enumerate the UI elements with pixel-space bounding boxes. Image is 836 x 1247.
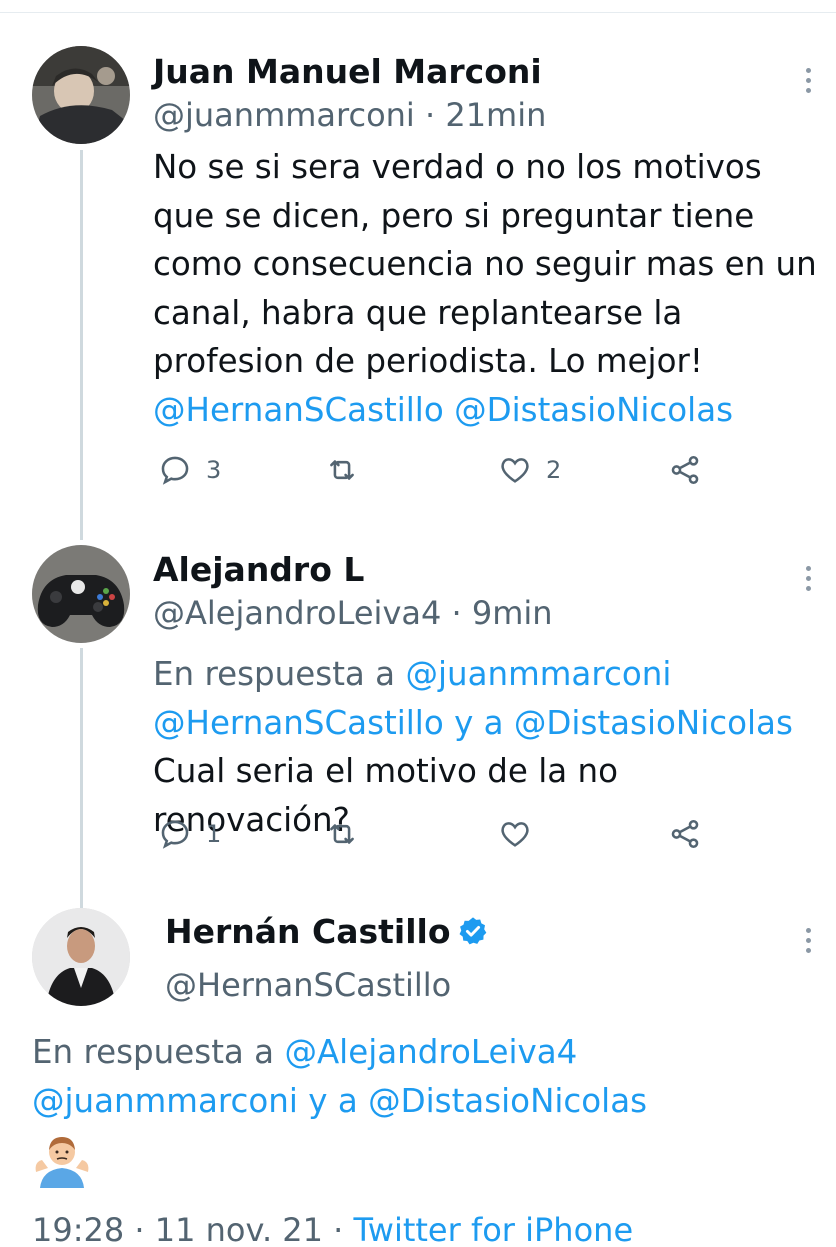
tweet-thread: Juan Manuel Marconi @juanmmarconi · 21mi…: [0, 0, 836, 1247]
verified-badge-icon: [459, 917, 486, 945]
mention-link[interactable]: @DistasioNicolas: [454, 391, 733, 429]
reply-context: En respuesta a @juanmmarconi: [153, 650, 823, 699]
more-dots-icon[interactable]: [802, 928, 814, 958]
share-icon: [671, 819, 699, 849]
tweet-text-line: como consecuencia no seguir mas en un: [153, 245, 817, 283]
tweet-actions: 3 2: [153, 450, 713, 490]
reply-button[interactable]: 3: [158, 450, 221, 490]
tweet-text-line: No se si sera verdad o no los motivos: [153, 148, 762, 186]
thread-line: [80, 648, 83, 908]
display-name-row: Hernán Castillo: [165, 912, 489, 952]
avatar[interactable]: [32, 46, 130, 144]
retweet-button[interactable]: [325, 814, 359, 854]
heart-icon: [501, 822, 529, 847]
top-divider: [0, 12, 836, 13]
reply-and: y a: [454, 703, 504, 742]
like-count: 2: [546, 456, 562, 484]
separator: ·: [424, 96, 436, 134]
tweet-text-line: que se dicen, pero si preguntar tiene: [153, 196, 755, 235]
reply-button[interactable]: 1: [158, 814, 221, 854]
more-dots-icon[interactable]: [802, 566, 814, 596]
reply-prefix: En respuesta a: [153, 655, 396, 693]
display-name[interactable]: Alejandro L: [153, 550, 364, 590]
retweet-icon: [330, 824, 354, 844]
separator: ·: [451, 594, 462, 632]
mention-link[interactable]: @juanmmarconi: [405, 655, 671, 693]
more-dots-icon[interactable]: [802, 68, 814, 98]
mention-link[interactable]: @HernanSCastillo: [153, 704, 444, 742]
handle-and-time: @juanmmarconi · 21min: [153, 95, 546, 135]
mention-link[interactable]: @HernanSCastillo: [153, 391, 444, 429]
like-button[interactable]: [498, 814, 532, 854]
time[interactable]: 21min: [445, 96, 546, 134]
retweet-icon: [330, 460, 354, 480]
person-shrugging-emoji: [35, 1137, 89, 1188]
tweet-text-line: profesion de periodista. Lo mejor!: [153, 342, 703, 380]
tweet-text-line: canal, habra que replantearse la: [153, 293, 683, 332]
display-name[interactable]: Juan Manuel Marconi: [153, 52, 542, 92]
mention-link[interactable]: @DistasioNicolas: [368, 1082, 647, 1120]
mention-link[interactable]: @DistasioNicolas: [514, 704, 793, 742]
retweet-button[interactable]: [325, 450, 359, 490]
separator: ·: [134, 1211, 145, 1247]
share-button[interactable]: [668, 814, 702, 854]
handle-and-time: @AlejandroLeiva4 · 9min: [153, 593, 553, 633]
timestamp-date[interactable]: 11 nov. 21: [155, 1211, 323, 1247]
handle[interactable]: @juanmmarconi: [153, 96, 415, 134]
reply-count: 3: [206, 456, 222, 484]
thread-line: [80, 150, 83, 540]
reply-context: @HernanSCastillo y a @DistasioNicolas: [153, 699, 823, 748]
handle[interactable]: @AlejandroLeiva4: [153, 594, 441, 632]
tweet-actions: 1: [153, 814, 713, 854]
reply-context: En respuesta a @AlejandroLeiva4: [32, 1028, 822, 1077]
reply-icon: [161, 820, 189, 849]
tweet-source-link[interactable]: Twitter for iPhone: [354, 1211, 634, 1247]
avatar[interactable]: [32, 908, 130, 1006]
reply-prefix: En respuesta a: [32, 1033, 275, 1071]
like-button[interactable]: 2: [498, 450, 561, 490]
reply-icon: [161, 456, 189, 485]
separator: ·: [333, 1211, 344, 1247]
reply-context-block: En respuesta a @AlejandroLeiva4 @juanmma…: [32, 1028, 822, 1125]
mention-link[interactable]: @juanmmarconi: [32, 1082, 298, 1120]
mention-link[interactable]: @AlejandroLeiva4: [284, 1033, 577, 1071]
share-icon: [671, 455, 699, 485]
handle[interactable]: @HernanSCastillo: [165, 965, 451, 1005]
tweet-text: No se si sera verdad o no los motivos qu…: [153, 143, 823, 434]
reply-and: y a: [308, 1081, 358, 1120]
time[interactable]: 9min: [472, 594, 553, 632]
avatar-photo-icon: [32, 46, 130, 144]
display-name[interactable]: Hernán Castillo: [165, 912, 451, 951]
tweet-timestamp: 19:28 · 11 nov. 21 · Twitter for iPhone: [32, 1210, 633, 1247]
mentions-line: @HernanSCastillo @DistasioNicolas: [153, 386, 823, 435]
heart-icon: [501, 458, 529, 483]
avatar-photo-icon: [32, 545, 130, 643]
reply-context: @juanmmarconi y a @DistasioNicolas: [32, 1077, 822, 1126]
share-button[interactable]: [668, 450, 702, 490]
avatar[interactable]: [32, 545, 130, 643]
avatar-photo-icon: [32, 908, 130, 1006]
timestamp-time[interactable]: 19:28: [32, 1211, 124, 1247]
reply-count: 1: [206, 820, 222, 848]
